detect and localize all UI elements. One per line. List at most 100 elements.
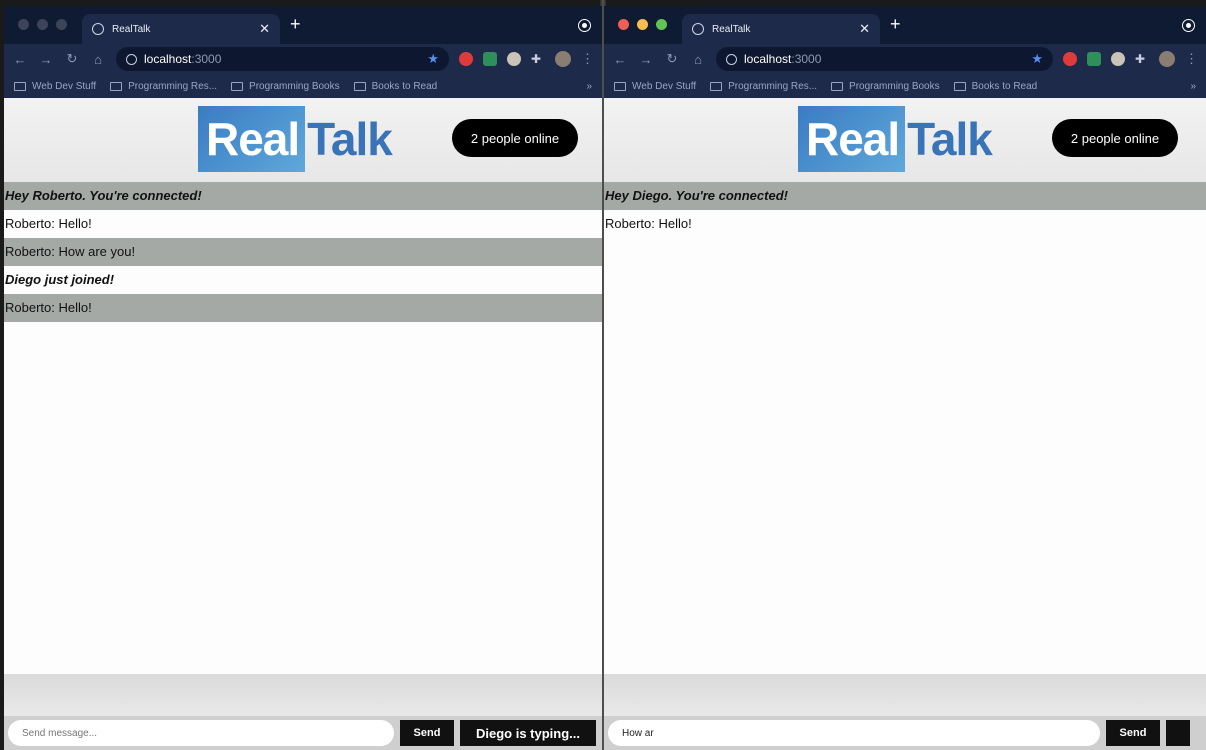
bookmark-label: Web Dev Stuff bbox=[32, 80, 97, 92]
online-count-badge: 2 people online bbox=[452, 119, 578, 157]
message-input[interactable] bbox=[8, 720, 394, 746]
extension-icon[interactable] bbox=[1111, 52, 1125, 66]
bookmark-item[interactable]: Programming Res... bbox=[110, 81, 217, 92]
profile-icon[interactable] bbox=[579, 20, 590, 31]
bookmark-label: Web Dev Stuff bbox=[632, 80, 697, 92]
bookmark-item[interactable]: Programming Books bbox=[831, 81, 940, 92]
folder-icon bbox=[353, 81, 366, 91]
tab-realtalk[interactable]: RealTalk ✕ bbox=[82, 14, 280, 44]
typing-indicator bbox=[1166, 720, 1190, 746]
info-icon[interactable] bbox=[126, 53, 137, 65]
chat-message: Roberto: How are you! bbox=[4, 238, 602, 266]
online-count-badge: 2 people online bbox=[1052, 119, 1178, 157]
reload-icon[interactable]: ↻ bbox=[664, 51, 680, 67]
zoom-window-button[interactable] bbox=[656, 19, 667, 30]
realtalk-logo: Real Talk bbox=[198, 106, 393, 172]
home-icon[interactable]: ⌂ bbox=[690, 52, 706, 67]
minimize-window-button[interactable] bbox=[637, 19, 648, 30]
puzzle-icon[interactable]: ✚ bbox=[531, 52, 545, 66]
extension-icon[interactable] bbox=[483, 52, 497, 66]
chat-header: Real Talk 2 people online bbox=[604, 98, 1206, 182]
extension-icon[interactable] bbox=[1087, 52, 1101, 66]
realtalk-logo: Real Talk bbox=[798, 106, 993, 172]
avatar[interactable] bbox=[1159, 51, 1175, 67]
browser-toolbar: ← → ↻ ⌂ localhost:3000 ★ ✚ ⋮ bbox=[4, 44, 602, 74]
window-controls bbox=[18, 19, 67, 30]
bookmark-item[interactable]: Books to Read bbox=[953, 81, 1037, 92]
bookmarks-overflow-icon[interactable]: » bbox=[586, 81, 592, 92]
browser-window-left: RealTalk ✕ + ← → ↻ ⌂ localhost:3000 ★ ✚ … bbox=[4, 6, 602, 750]
url-port: :3000 bbox=[191, 52, 222, 66]
back-icon[interactable]: ← bbox=[612, 52, 628, 67]
folder-icon bbox=[110, 81, 123, 91]
chat-header: Real Talk 2 people online bbox=[4, 98, 602, 182]
address-bar[interactable]: localhost:3000 ★ bbox=[716, 47, 1053, 71]
minimize-window-button[interactable] bbox=[37, 19, 48, 30]
plus-icon[interactable]: + bbox=[290, 14, 301, 35]
address-bar[interactable]: localhost:3000 ★ bbox=[116, 47, 449, 71]
star-icon[interactable]: ★ bbox=[1031, 51, 1043, 67]
bookmarks-bar: Web Dev Stuff Programming Res... Program… bbox=[604, 74, 1206, 98]
logo-real: Real bbox=[798, 106, 906, 172]
home-icon[interactable]: ⌂ bbox=[90, 52, 106, 67]
message-composer: Send Diego is typing... bbox=[4, 716, 602, 750]
folder-icon bbox=[614, 81, 626, 91]
tab-realtalk[interactable]: RealTalk ✕ bbox=[682, 14, 880, 44]
send-button[interactable]: Send bbox=[1106, 720, 1160, 746]
system-message: Diego just joined! bbox=[5, 272, 115, 287]
forward-icon[interactable]: → bbox=[638, 52, 654, 67]
chat-message: Roberto: Hello! bbox=[4, 294, 602, 322]
tab-title: RealTalk bbox=[712, 23, 751, 35]
bookmark-label: Programming Books bbox=[249, 80, 340, 92]
extension-icon[interactable] bbox=[507, 52, 521, 66]
browser-toolbar: ← → ↻ ⌂ localhost:3000 ★ ✚ ⋮ bbox=[604, 44, 1206, 74]
globe-icon bbox=[92, 23, 104, 35]
system-message: Hey Roberto. You're connected! bbox=[4, 182, 602, 210]
reload-icon[interactable]: ↻ bbox=[64, 51, 80, 67]
message-list: Hey Roberto. You're connected! Roberto: H… bbox=[4, 182, 602, 322]
bookmark-label: Books to Read bbox=[371, 80, 438, 92]
tab-strip: RealTalk ✕ + bbox=[4, 6, 602, 44]
puzzle-icon[interactable]: ✚ bbox=[1135, 52, 1149, 66]
extension-icon[interactable] bbox=[459, 52, 473, 66]
folder-icon bbox=[831, 81, 844, 91]
message-input[interactable] bbox=[608, 720, 1100, 746]
url-host: localhost bbox=[744, 52, 792, 66]
back-icon[interactable]: ← bbox=[12, 52, 28, 67]
message-list: Hey Diego. You're connected! Roberto: Hel… bbox=[604, 182, 1206, 238]
star-icon[interactable]: ★ bbox=[427, 51, 439, 67]
forward-icon[interactable]: → bbox=[38, 52, 54, 67]
close-window-button[interactable] bbox=[18, 19, 29, 30]
tab-title: RealTalk bbox=[112, 23, 151, 35]
avatar[interactable] bbox=[555, 51, 571, 67]
send-button[interactable]: Send bbox=[400, 720, 454, 746]
plus-icon[interactable]: + bbox=[890, 14, 901, 35]
extension-icon[interactable] bbox=[1063, 52, 1077, 66]
zoom-window-button[interactable] bbox=[56, 19, 67, 30]
browser-window-right: RealTalk ✕ + ← → ↻ ⌂ localhost:3000 ★ ✚ … bbox=[604, 6, 1206, 750]
close-icon[interactable]: ✕ bbox=[859, 21, 870, 37]
bookmarks-overflow-icon[interactable]: » bbox=[1190, 81, 1196, 92]
logo-real: Real bbox=[198, 106, 306, 172]
folder-icon bbox=[710, 81, 723, 91]
menu-icon[interactable]: ⋮ bbox=[1185, 51, 1198, 67]
close-icon[interactable]: ✕ bbox=[259, 21, 270, 37]
chat-message: Roberto: Hello! bbox=[5, 216, 92, 231]
folder-icon bbox=[231, 81, 244, 91]
bookmark-item[interactable]: Books to Read bbox=[353, 80, 438, 92]
tab-strip: RealTalk ✕ + bbox=[604, 6, 1206, 44]
bookmark-item[interactable]: Programming Res... bbox=[710, 81, 817, 92]
system-message: Hey Diego. You're connected! bbox=[604, 182, 1206, 210]
menu-icon[interactable]: ⋮ bbox=[581, 51, 594, 67]
bookmark-label: Programming Res... bbox=[128, 80, 218, 92]
profile-icon[interactable] bbox=[1183, 20, 1194, 31]
bookmark-item[interactable]: Web Dev Stuff bbox=[614, 81, 696, 92]
close-window-button[interactable] bbox=[618, 19, 629, 30]
folder-icon bbox=[14, 81, 26, 91]
bookmark-item[interactable]: Programming Books bbox=[231, 81, 340, 92]
info-icon[interactable] bbox=[726, 53, 737, 65]
bookmark-item[interactable]: Web Dev Stuff bbox=[14, 81, 96, 92]
chat-message: Roberto: Hello! bbox=[605, 216, 692, 231]
bookmarks-bar: Web Dev Stuff Programming Res... Program… bbox=[4, 74, 602, 98]
chat-page: Real Talk 2 people online Hey Diego. You'… bbox=[604, 98, 1206, 750]
